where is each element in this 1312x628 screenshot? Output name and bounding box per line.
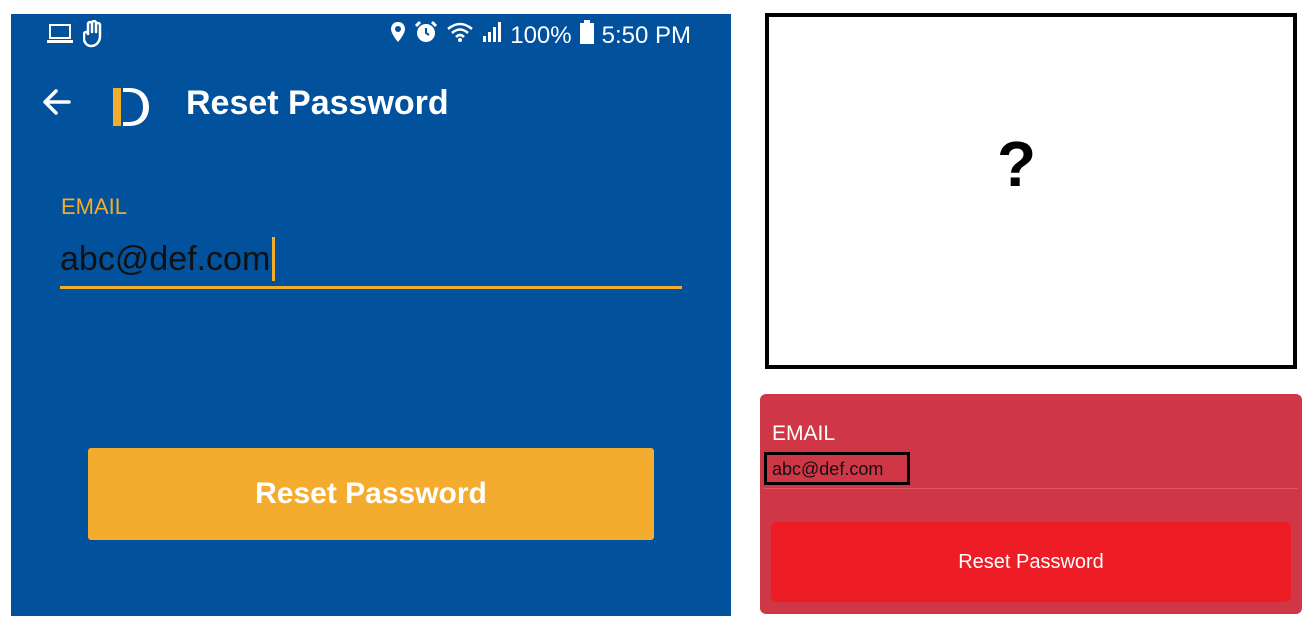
question-mark: ? [997, 128, 1037, 200]
battery-icon [579, 20, 594, 51]
android-screen: 100% 5:50 PM Reset Password EMAIL abc@de… [11, 14, 731, 616]
reset-password-card: EMAIL abc@def.com Reset Password [760, 394, 1302, 614]
signal-icon [482, 21, 502, 50]
hand-icon [82, 19, 105, 53]
email-label: EMAIL [61, 194, 128, 219]
red-email-field[interactable]: abc@def.com [764, 452, 910, 485]
status-bar-right: 100% 5:50 PM [390, 20, 691, 51]
red-email-underline [764, 488, 1298, 489]
text-cursor [272, 237, 276, 281]
wifi-icon [446, 21, 474, 50]
red-reset-password-button[interactable]: Reset Password [771, 522, 1291, 602]
question-box: ? [765, 13, 1297, 369]
back-arrow-icon[interactable] [41, 86, 81, 122]
email-value: abc@def.com [60, 239, 271, 278]
status-bar-left [47, 19, 105, 53]
alarm-icon [414, 20, 438, 51]
clock: 5:50 PM [601, 21, 691, 49]
status-bar: 100% 5:50 PM [11, 14, 731, 52]
page-title: Reset Password [186, 84, 449, 122]
app-bar: Reset Password [11, 72, 731, 136]
red-email-label: EMAIL [772, 422, 836, 445]
battery-percent: 100% [510, 21, 572, 49]
app-logo [111, 84, 151, 128]
laptop-icon [47, 23, 73, 50]
email-field[interactable]: abc@def.com [60, 232, 682, 289]
location-icon [390, 21, 406, 50]
reset-password-button[interactable]: Reset Password [88, 448, 654, 540]
